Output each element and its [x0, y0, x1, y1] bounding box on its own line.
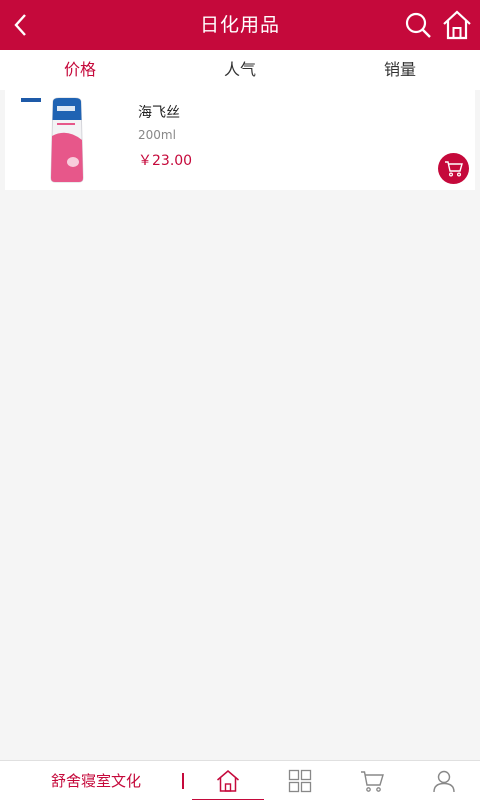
product-name[interactable]: 海飞丝 [138, 102, 180, 122]
home-icon [443, 10, 471, 40]
cart-icon [361, 771, 384, 792]
product-spec: 200ml [138, 128, 176, 142]
product-price: ￥23.00 [138, 153, 193, 169]
sort-tabs: 价格 人气 销量 [0, 50, 480, 90]
nav-categories[interactable] [264, 761, 336, 800]
product-card[interactable]: 海飞丝 200ml ￥23.00 [5, 90, 475, 190]
shop-name-link[interactable]: 舒舍寝室文化 [0, 761, 192, 800]
add-to-cart-button[interactable] [438, 153, 469, 184]
top-bar: 日化用品 [0, 0, 480, 50]
cart-icon [445, 161, 463, 177]
bottom-navigation: 舒舍寝室文化 [0, 760, 480, 800]
search-icon [405, 12, 431, 38]
home-button[interactable] [442, 9, 472, 41]
home-icon [217, 770, 239, 792]
divider [182, 773, 184, 789]
grid-icon [288, 769, 312, 793]
tab-popularity[interactable]: 人气 [160, 50, 320, 90]
nav-cart[interactable] [336, 761, 408, 800]
tab-sales[interactable]: 销量 [320, 50, 480, 90]
tab-price[interactable]: 价格 [0, 50, 160, 90]
nav-home[interactable] [192, 761, 264, 800]
product-image[interactable] [17, 94, 97, 184]
nav-profile[interactable] [408, 761, 480, 800]
search-button[interactable] [403, 10, 433, 40]
user-icon [433, 770, 455, 793]
